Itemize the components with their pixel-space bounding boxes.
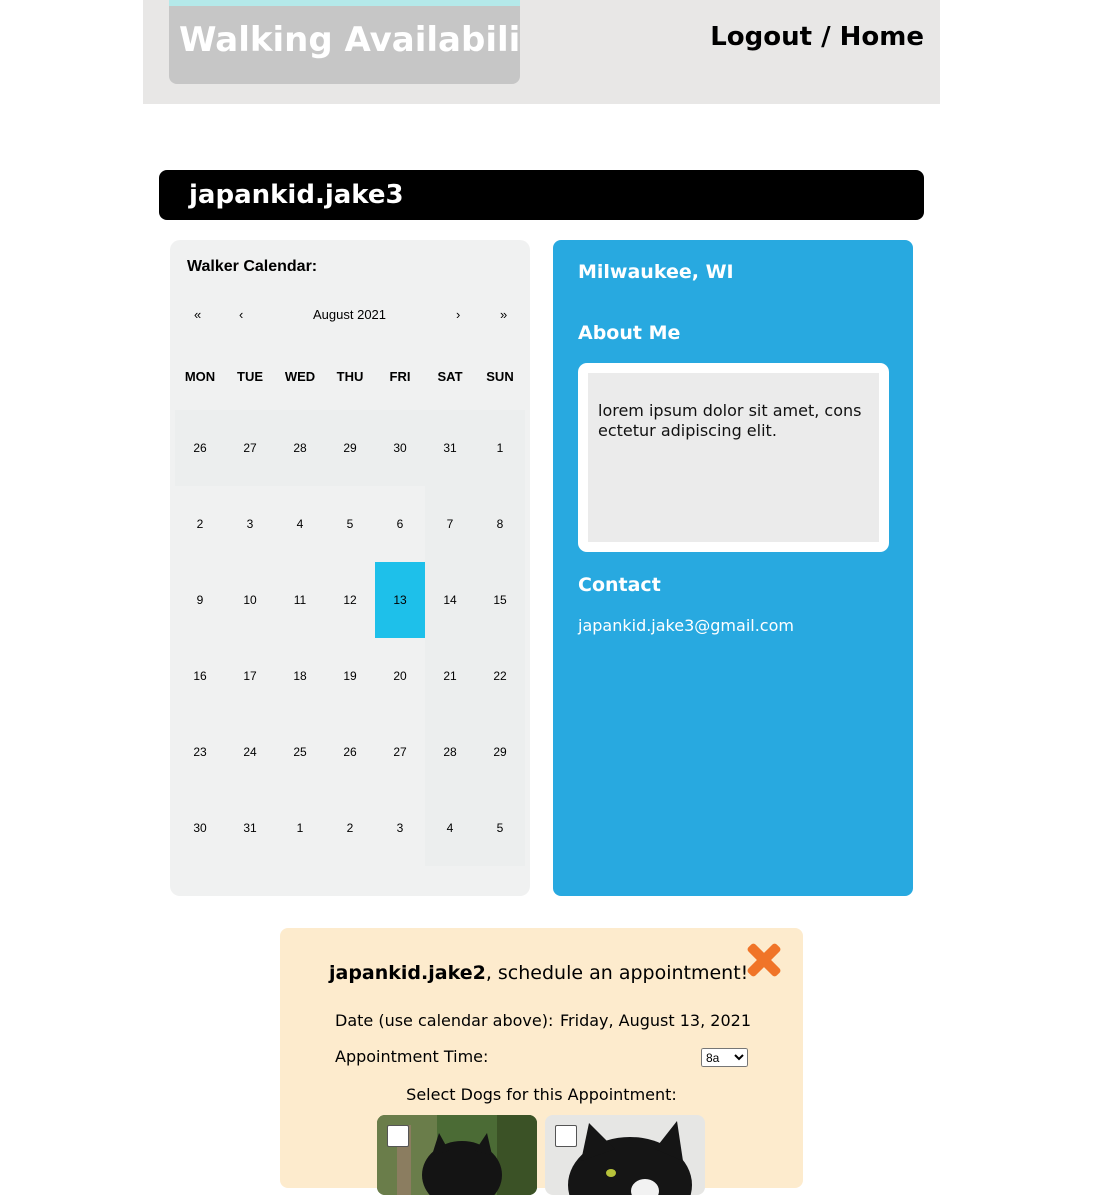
calendar-day[interactable]: 6	[375, 486, 425, 562]
contact-email[interactable]: japankid.jake3@gmail.com	[578, 616, 794, 635]
calendar-day[interactable]: 3	[375, 790, 425, 866]
appointment-panel: japankid.jake2, schedule an appointment!…	[280, 928, 803, 1195]
calendar-day[interactable]: 14	[425, 562, 475, 638]
requester-name: japankid.jake2	[329, 962, 486, 984]
title-accent-stripe	[169, 0, 520, 6]
calendar-day[interactable]: 29	[325, 410, 375, 486]
date-label: Date (use calendar above):	[335, 1011, 554, 1030]
about-me-heading: About Me	[578, 322, 681, 344]
calendar-day[interactable]: 7	[425, 486, 475, 562]
calendar-day[interactable]: 10	[225, 562, 275, 638]
calendar-day[interactable]: 4	[275, 486, 325, 562]
calendar-day[interactable]: 5	[475, 790, 525, 866]
appointment-title: japankid.jake2, schedule an appointment!	[329, 962, 748, 984]
calendar-day[interactable]: 2	[325, 790, 375, 866]
calendar-day-selected[interactable]: 13	[375, 562, 425, 638]
calendar-day[interactable]: 18	[275, 638, 325, 714]
header-nav: Logout / Home	[710, 22, 924, 52]
calendar-month-label[interactable]: August 2021	[313, 307, 386, 322]
calendar-day[interactable]: 11	[275, 562, 325, 638]
nav-separator: /	[812, 22, 840, 52]
calendar-day[interactable]: 1	[275, 790, 325, 866]
appointment-time-select[interactable]: 8a	[701, 1048, 748, 1067]
calendar-day[interactable]: 26	[175, 410, 225, 486]
close-x-icon[interactable]	[746, 942, 782, 978]
dog-photo-card[interactable]	[377, 1115, 537, 1195]
about-me-box: lorem ipsum dolor sit amet, consectetur …	[578, 363, 889, 552]
page-header: Walking Availability Logout / Home	[143, 0, 940, 104]
page-title: Walking Availability	[179, 20, 520, 60]
calendar-day[interactable]: 31	[425, 410, 475, 486]
calendar-day[interactable]: 9	[175, 562, 225, 638]
calendar-day[interactable]: 12	[325, 562, 375, 638]
calendar-day[interactable]: 30	[375, 410, 425, 486]
weekday-header: SAT	[437, 369, 463, 384]
date-value: Friday, August 13, 2021	[560, 1011, 751, 1030]
dog-select-checkbox[interactable]	[555, 1125, 577, 1147]
calendar-day[interactable]: 4	[425, 790, 475, 866]
calendar-day[interactable]: 19	[325, 638, 375, 714]
next-month-button[interactable]: ›	[456, 307, 460, 322]
calendar-day[interactable]: 5	[325, 486, 375, 562]
calendar-day[interactable]: 20	[375, 638, 425, 714]
prev-year-button[interactable]: «	[194, 307, 201, 322]
calendar-day[interactable]: 3	[225, 486, 275, 562]
weekday-header: THU	[336, 369, 364, 384]
calendar-day[interactable]: 27	[375, 714, 425, 790]
weekday-header: FRI	[389, 369, 411, 384]
calendar-day[interactable]: 17	[225, 638, 275, 714]
logout-link[interactable]: Logout	[710, 22, 812, 52]
profile-username: japankid.jake3	[189, 180, 404, 210]
weekday-header: SUN	[486, 369, 514, 384]
calendar-day[interactable]: 24	[225, 714, 275, 790]
next-year-button[interactable]: »	[500, 307, 507, 322]
dogs-label: Select Dogs for this Appointment:	[406, 1085, 677, 1104]
contact-heading: Contact	[578, 574, 661, 596]
calendar-day[interactable]: 2	[175, 486, 225, 562]
calendar-day[interactable]: 21	[425, 638, 475, 714]
time-label: Appointment Time:	[335, 1047, 489, 1066]
calendar-day[interactable]: 31	[225, 790, 275, 866]
about-me-text: lorem ipsum dolor sit amet, consectetur …	[598, 401, 862, 440]
weekday-header: MON	[184, 369, 216, 384]
about-me-textarea[interactable]: lorem ipsum dolor sit amet, consectetur …	[588, 373, 879, 542]
calendar-day[interactable]: 25	[275, 714, 325, 790]
weekday-header: TUE	[237, 369, 263, 384]
calendar-day[interactable]: 23	[175, 714, 225, 790]
calendar-day[interactable]: 16	[175, 638, 225, 714]
dog-photo-card[interactable]	[545, 1115, 705, 1195]
calendar-day[interactable]: 28	[275, 410, 325, 486]
walker-info-panel: Milwaukee, WI About Me lorem ipsum dolor…	[553, 240, 913, 896]
weekday-header: WED	[284, 369, 316, 384]
calendar-day[interactable]: 29	[475, 714, 525, 790]
profile-name-bar: japankid.jake3	[159, 170, 924, 220]
calendar-day[interactable]: 27	[225, 410, 275, 486]
calendar-day[interactable]: 28	[425, 714, 475, 790]
appointment-title-text: , schedule an appointment!	[485, 962, 749, 984]
home-link[interactable]: Home	[840, 22, 924, 52]
calendar-day[interactable]: 8	[475, 486, 525, 562]
prev-month-button[interactable]: ‹	[239, 307, 243, 322]
calendar-day[interactable]: 1	[475, 410, 525, 486]
calendar-day[interactable]: 26	[325, 714, 375, 790]
title-box: Walking Availability	[169, 0, 520, 84]
calendar-day[interactable]: 30	[175, 790, 225, 866]
calendar-heading: Walker Calendar:	[187, 258, 318, 275]
calendar-day[interactable]: 22	[475, 638, 525, 714]
walker-location: Milwaukee, WI	[578, 261, 734, 283]
dog-select-checkbox[interactable]	[387, 1125, 409, 1147]
walker-calendar: Walker Calendar: « ‹ August 2021 › » MON…	[170, 240, 530, 896]
calendar-day[interactable]: 15	[475, 562, 525, 638]
